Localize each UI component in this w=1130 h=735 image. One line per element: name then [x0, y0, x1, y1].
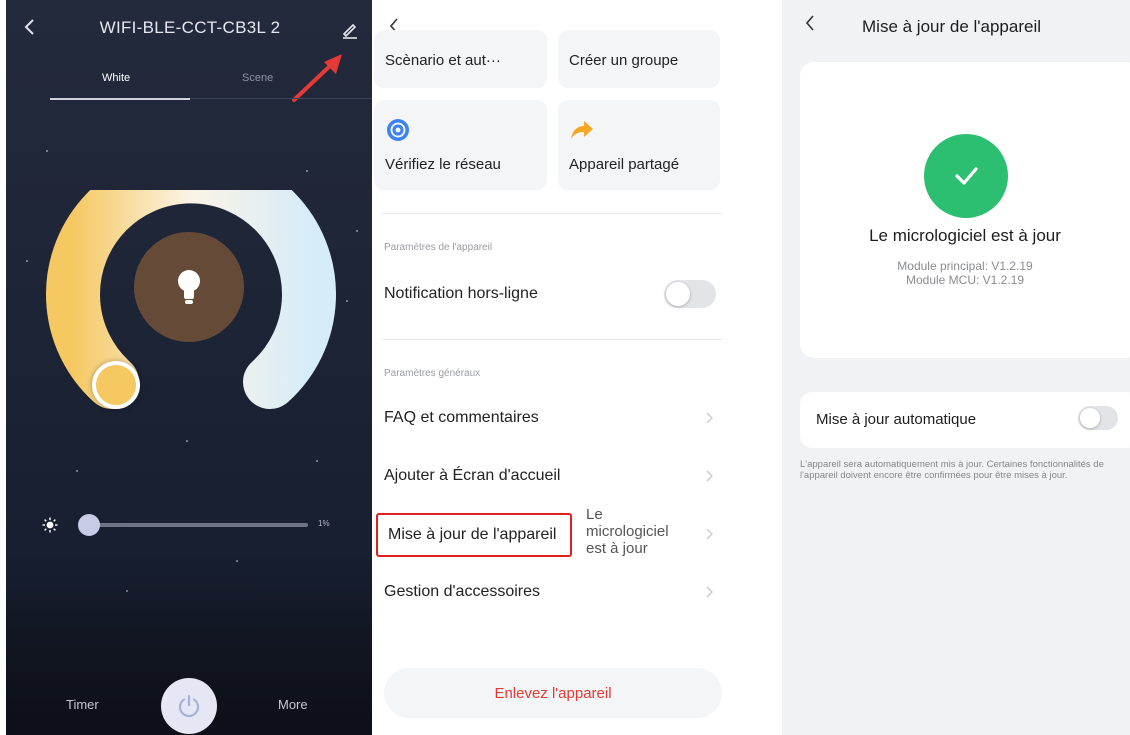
sun-icon — [42, 517, 58, 533]
auto-update-card: Mise à jour automatique — [800, 392, 1130, 448]
light-control-screen: WIFI-BLE-CCT-CB3L 2 White Scene 1% Timer… — [6, 0, 372, 735]
star — [26, 260, 28, 262]
power-icon — [178, 694, 200, 718]
firmware-update-screen: Mise à jour de l'appareil Le micrologici… — [782, 0, 1130, 735]
add-home-screen-row[interactable]: Ajouter à Écran d'accueil — [384, 467, 560, 485]
star — [316, 460, 318, 462]
section-general-settings: Paramètres généraux — [384, 368, 481, 379]
firmware-status: Le micrologiciel est à jour — [869, 226, 1061, 245]
star — [346, 300, 348, 302]
star — [46, 150, 48, 152]
star — [76, 470, 78, 472]
chevron-right-icon — [706, 470, 713, 482]
offline-notification-toggle[interactable] — [664, 280, 716, 308]
more-button[interactable]: More — [278, 697, 308, 712]
chevron-right-icon — [706, 412, 713, 424]
auto-update-label: Mise à jour automatique — [816, 411, 977, 428]
check-success-icon — [924, 134, 1008, 218]
device-update-status: Le micrologiciel est à jour — [586, 506, 669, 557]
card-label: Appareil partagé — [569, 156, 680, 173]
card-label: Créer un groupe — [569, 52, 679, 69]
auto-update-toggle[interactable] — [1078, 406, 1118, 430]
star — [236, 560, 238, 562]
divider — [382, 339, 722, 340]
brightness-knob[interactable] — [78, 514, 100, 536]
device-settings-screen: Scènario et aut··· Créer un groupe Vérif… — [372, 0, 736, 735]
brightness-slider[interactable]: 1% — [42, 510, 332, 540]
lamp-center-button[interactable] — [134, 232, 244, 342]
mcu-module-version: Module MCU: V1.2.19 — [905, 273, 1025, 287]
main-module-version: Module principal: V1.2.19 — [897, 259, 1033, 273]
accessories-row[interactable]: Gestion d'accessoires — [384, 583, 540, 601]
temperature-handle[interactable] — [92, 361, 140, 409]
lightbulb-icon — [178, 270, 200, 304]
page-title: Mise à jour de l'appareil — [862, 17, 1042, 36]
share-device-card[interactable]: Appareil partagé — [558, 100, 720, 190]
card-label: Scènario et aut··· — [385, 52, 501, 69]
auto-update-note: L'appareil sera automatiquement mis à jo… — [800, 459, 1104, 481]
tab-white[interactable]: White — [102, 72, 130, 84]
create-group-card[interactable]: Créer un groupe — [558, 30, 720, 88]
device-update-label: Mise à jour de l'appareil — [388, 526, 557, 543]
scenario-card[interactable]: Scènario et aut··· — [374, 30, 547, 88]
edit-pencil-icon[interactable] — [340, 20, 360, 40]
chevron-right-icon — [706, 528, 713, 540]
device-update-row[interactable]: Mise à jour de l'appareil — [376, 513, 572, 557]
section-device-settings: Paramètres de l'appareil — [384, 242, 493, 253]
firmware-status-card: Le micrologiciel est à jour Module princ… — [800, 62, 1130, 358]
red-arrow-icon — [292, 54, 342, 102]
power-button[interactable] — [161, 678, 217, 734]
brightness-track[interactable] — [86, 523, 308, 527]
tab-divider — [190, 98, 372, 99]
star — [186, 440, 188, 442]
star — [356, 230, 358, 232]
faq-row[interactable]: FAQ et commentaires — [384, 409, 539, 427]
remove-device-button[interactable]: Enlevez l'appareil — [384, 668, 722, 718]
chevron-left-icon — [24, 19, 34, 35]
active-tab-indicator — [50, 98, 190, 100]
tab-scene[interactable]: Scene — [242, 72, 273, 84]
chevron-left-icon[interactable] — [802, 12, 818, 34]
brightness-percent: 1% — [318, 519, 330, 528]
divider — [382, 213, 722, 214]
back-button[interactable] — [18, 14, 40, 40]
chevron-right-icon — [706, 586, 713, 598]
check-network-card[interactable]: Vérifiez le réseau — [374, 100, 547, 190]
card-label: Vérifiez le réseau — [385, 156, 501, 173]
offline-notification-label: Notification hors-ligne — [384, 285, 538, 302]
star — [306, 170, 308, 172]
network-check-icon — [387, 119, 409, 141]
device-title: WIFI-BLE-CCT-CB3L 2 — [99, 18, 281, 37]
screenshot-stage: WIFI-BLE-CCT-CB3L 2 White Scene 1% Timer… — [0, 0, 1130, 735]
timer-button[interactable]: Timer — [66, 697, 99, 712]
share-arrow-icon — [571, 121, 593, 139]
